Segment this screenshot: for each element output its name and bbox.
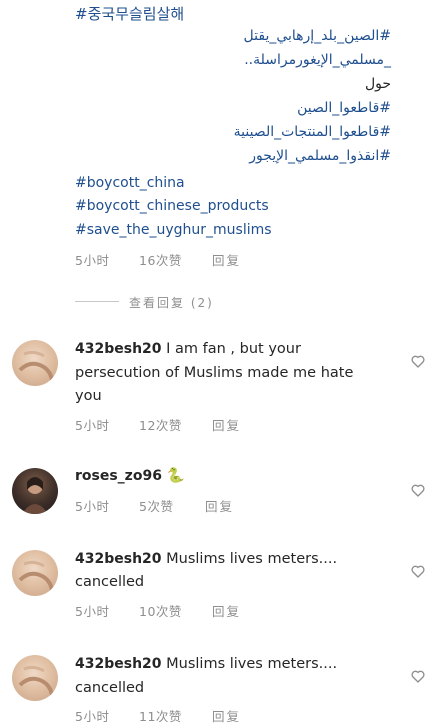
comment-likes[interactable]: 11次赞 xyxy=(139,706,182,725)
hashtag-arabic-3[interactable]: #قاطعوا_المنتجات_الصينية xyxy=(91,124,391,140)
comment-time: 5小时 xyxy=(75,604,110,619)
comment-body: 432besh20 Muslims lives meters.... xyxy=(75,653,337,677)
heart-icon[interactable] xyxy=(410,563,426,579)
avatar-image xyxy=(18,560,54,591)
heart-icon[interactable] xyxy=(410,668,426,684)
replies-divider xyxy=(75,301,119,302)
comment-username[interactable]: 432besh20 xyxy=(75,551,162,567)
caption-arabic-text: حول xyxy=(364,76,391,92)
comment-text-line3: you xyxy=(75,388,102,404)
comment-text: I am fan , but your xyxy=(166,341,301,357)
avatar[interactable] xyxy=(12,655,58,701)
comment-username[interactable]: roses_zo96 xyxy=(75,468,162,484)
avatar[interactable] xyxy=(12,340,58,386)
view-replies-link[interactable]: 查看回复 (2) xyxy=(129,294,214,311)
comment-likes[interactable]: 5次赞 xyxy=(139,496,173,515)
comment-reply-button[interactable]: 回复 xyxy=(205,496,234,515)
post-reply-button[interactable]: 回复 xyxy=(212,250,241,269)
comment-time: 5小时 xyxy=(75,709,110,724)
comment-likes[interactable]: 10次赞 xyxy=(139,601,182,620)
comment-username[interactable]: 432besh20 xyxy=(75,656,162,672)
hashtag-boycott-china[interactable]: #boycott_china xyxy=(75,175,185,191)
comment-text: Muslims lives meters.... xyxy=(166,656,338,672)
heart-icon[interactable] xyxy=(410,482,426,498)
comment-text-line2: cancelled xyxy=(75,574,145,590)
hashtag-arabic-1[interactable]: #الصين_بلد_إرهابي_يقتل xyxy=(91,28,391,44)
avatar[interactable] xyxy=(12,468,58,514)
comment-text-line2: cancelled xyxy=(75,680,145,696)
avatar-image xyxy=(18,665,54,696)
post-likes[interactable]: 16次赞 xyxy=(139,250,182,269)
hashtag-arabic-4[interactable]: #انقذوا_مسلمي_الإيجور xyxy=(91,148,391,164)
comment-text-line2: persecution of Muslims made me hate xyxy=(75,365,354,381)
hashtag-arabic-1-cont[interactable]: _مسلمي_الإيغورمراسلة.. xyxy=(91,52,391,68)
comment-body: roses_zo96 🐍 xyxy=(75,465,185,489)
hashtag-arabic-2[interactable]: #قاطعوا_الصين xyxy=(91,100,391,116)
comment-reply-button[interactable]: 回复 xyxy=(212,415,241,434)
comment-time: 5小时 xyxy=(75,499,110,514)
comment-body: 432besh20 Muslims lives meters.... xyxy=(75,548,337,572)
comment-text: Muslims lives meters.... xyxy=(166,551,338,567)
comment-time: 5小时 xyxy=(75,418,110,433)
post-time: 5小时 xyxy=(75,253,110,268)
hashtag-korean[interactable]: #중국무슬림살해 xyxy=(75,3,184,24)
comment-reply-button[interactable]: 回复 xyxy=(212,601,241,620)
comment-body: 432besh20 I am fan , but your xyxy=(75,338,301,362)
comment-likes[interactable]: 12次赞 xyxy=(139,415,182,434)
snake-emoji-icon: 🐍 xyxy=(166,468,185,484)
avatar-image xyxy=(22,477,48,514)
hashtag-save-uyghur[interactable]: #save_the_uyghur_muslims xyxy=(75,222,272,238)
comment-reply-button[interactable]: 回复 xyxy=(212,706,241,725)
comment-username[interactable]: 432besh20 xyxy=(75,341,162,357)
avatar-image xyxy=(18,350,54,381)
hashtag-boycott-chinese-products[interactable]: #boycott_chinese_products xyxy=(75,198,269,214)
heart-icon[interactable] xyxy=(410,353,426,369)
avatar[interactable] xyxy=(12,550,58,596)
